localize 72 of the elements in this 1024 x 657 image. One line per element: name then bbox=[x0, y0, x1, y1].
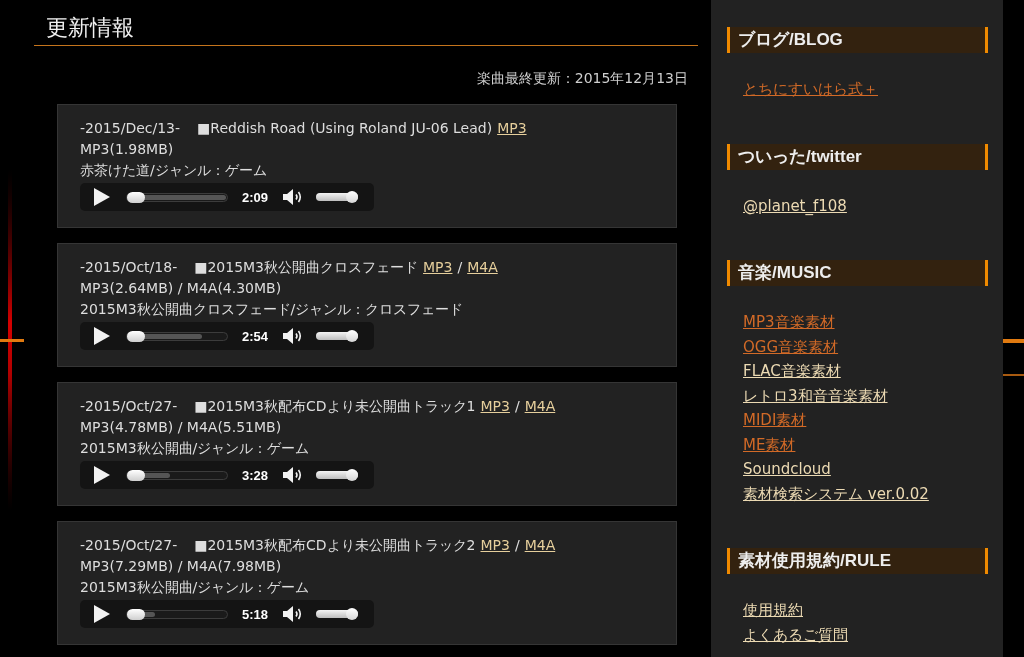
last-updated-text: 楽曲最終更新：2015年12月13日 bbox=[476, 70, 688, 86]
section-heading: 音楽/MUSIC bbox=[727, 260, 988, 286]
play-icon bbox=[94, 605, 110, 623]
track-duration: 5:18 bbox=[242, 606, 269, 622]
seek-track[interactable] bbox=[126, 470, 228, 480]
play-button[interactable] bbox=[94, 188, 110, 206]
download-link[interactable]: MP3 bbox=[497, 118, 527, 139]
link-separator: / bbox=[457, 258, 463, 277]
track-title: ■2015M3秋配布CDより未公開曲トラック2 bbox=[194, 536, 476, 555]
sidebar-link[interactable]: ME素材 bbox=[743, 432, 796, 457]
seek-thumb[interactable] bbox=[127, 330, 145, 342]
play-button[interactable] bbox=[94, 605, 110, 623]
volume-thumb[interactable] bbox=[346, 469, 359, 481]
sidebar-link[interactable]: OGG音楽素材 bbox=[743, 334, 839, 359]
download-link[interactable]: MP3 bbox=[480, 396, 510, 417]
page-heading: 更新情報 bbox=[46, 14, 134, 42]
sidebar-link[interactable]: 素材検索システム ver.0.02 bbox=[743, 481, 929, 506]
release-date: -2015/Oct/27- bbox=[80, 536, 178, 555]
file-size-info: MP3(7.29MB) / M4A(7.98MB) bbox=[80, 557, 282, 576]
sidebar-link[interactable]: MP3音楽素材 bbox=[743, 310, 835, 335]
sidebar-link[interactable]: Soundcloud bbox=[743, 457, 831, 482]
section-heading: ついった/twitter bbox=[727, 143, 988, 170]
section-heading: 素材使用規約/RULE bbox=[727, 548, 988, 574]
play-icon bbox=[94, 188, 110, 206]
download-link[interactable]: MP3 bbox=[480, 535, 510, 556]
seek-thumb[interactable] bbox=[127, 191, 145, 203]
link-separator: / bbox=[514, 536, 520, 555]
track-duration: 2:09 bbox=[242, 189, 269, 205]
volume-track[interactable] bbox=[316, 610, 359, 618]
download-link[interactable]: M4A bbox=[467, 257, 498, 278]
sidebar-link[interactable]: とちにすいはら式＋ bbox=[743, 77, 878, 102]
sidebar-link[interactable]: @planet_f108 bbox=[743, 193, 847, 218]
sidebar-link[interactable]: よくあるご質問 bbox=[743, 622, 848, 647]
release-date: -2015/Oct/18- bbox=[80, 258, 178, 277]
release-date: -2015/Oct/27- bbox=[80, 397, 178, 416]
volume-thumb[interactable] bbox=[346, 191, 359, 203]
seek-thumb[interactable] bbox=[127, 469, 145, 481]
track-title: ■2015M3秋公開曲クロスフェード bbox=[194, 258, 419, 277]
track-duration: 3:28 bbox=[242, 467, 269, 483]
seek-track[interactable] bbox=[126, 609, 228, 619]
file-size-info: MP3(2.64MB) / M4A(4.30MB) bbox=[80, 279, 282, 298]
play-icon bbox=[94, 466, 110, 484]
download-link[interactable]: MP3 bbox=[423, 257, 453, 278]
file-size-info: MP3(4.78MB) / M4A(5.51MB) bbox=[80, 418, 282, 437]
play-button[interactable] bbox=[94, 327, 110, 345]
volume-track[interactable] bbox=[316, 193, 359, 201]
genre-info: 2015M3秋公開曲/ジャンル：ゲーム bbox=[80, 439, 310, 458]
seek-track[interactable] bbox=[126, 331, 228, 341]
play-button[interactable] bbox=[94, 466, 110, 484]
sidebar-link[interactable]: MIDI素材 bbox=[743, 408, 807, 433]
volume-thumb[interactable] bbox=[346, 608, 359, 620]
volume-thumb[interactable] bbox=[346, 330, 359, 342]
sidebar-link[interactable]: FLAC音楽素材 bbox=[743, 359, 841, 384]
seek-thumb[interactable] bbox=[127, 608, 145, 620]
file-size-info: MP3(1.98MB) bbox=[80, 140, 174, 159]
sidebar-link[interactable]: レトロ3和音音楽素材 bbox=[743, 383, 888, 408]
download-link[interactable]: M4A bbox=[524, 535, 556, 556]
volume-track[interactable] bbox=[316, 332, 359, 340]
track-duration: 2:54 bbox=[242, 328, 269, 344]
genre-info: 赤茶けた道/ジャンル：ゲーム bbox=[80, 161, 267, 180]
genre-info: 2015M3秋公開曲/ジャンル：ゲーム bbox=[80, 578, 310, 597]
track-title: ■Reddish Road (Using Roland JU-06 Lead) bbox=[197, 119, 493, 138]
light-streak-decoration bbox=[1003, 339, 1024, 377]
genre-info: 2015M3秋公開曲クロスフェード/ジャンル：クロスフェード bbox=[80, 300, 464, 319]
track-title: ■2015M3秋配布CDより未公開曲トラック1 bbox=[194, 397, 476, 416]
section-heading: ブログ/BLOG bbox=[727, 27, 988, 53]
sidebar-link[interactable]: 使用規約 bbox=[743, 598, 803, 623]
volume-track[interactable] bbox=[316, 471, 359, 479]
download-link[interactable]: M4A bbox=[524, 396, 556, 417]
link-separator: / bbox=[514, 397, 520, 416]
play-icon bbox=[94, 327, 110, 345]
release-date: -2015/Dec/13- bbox=[80, 119, 181, 138]
